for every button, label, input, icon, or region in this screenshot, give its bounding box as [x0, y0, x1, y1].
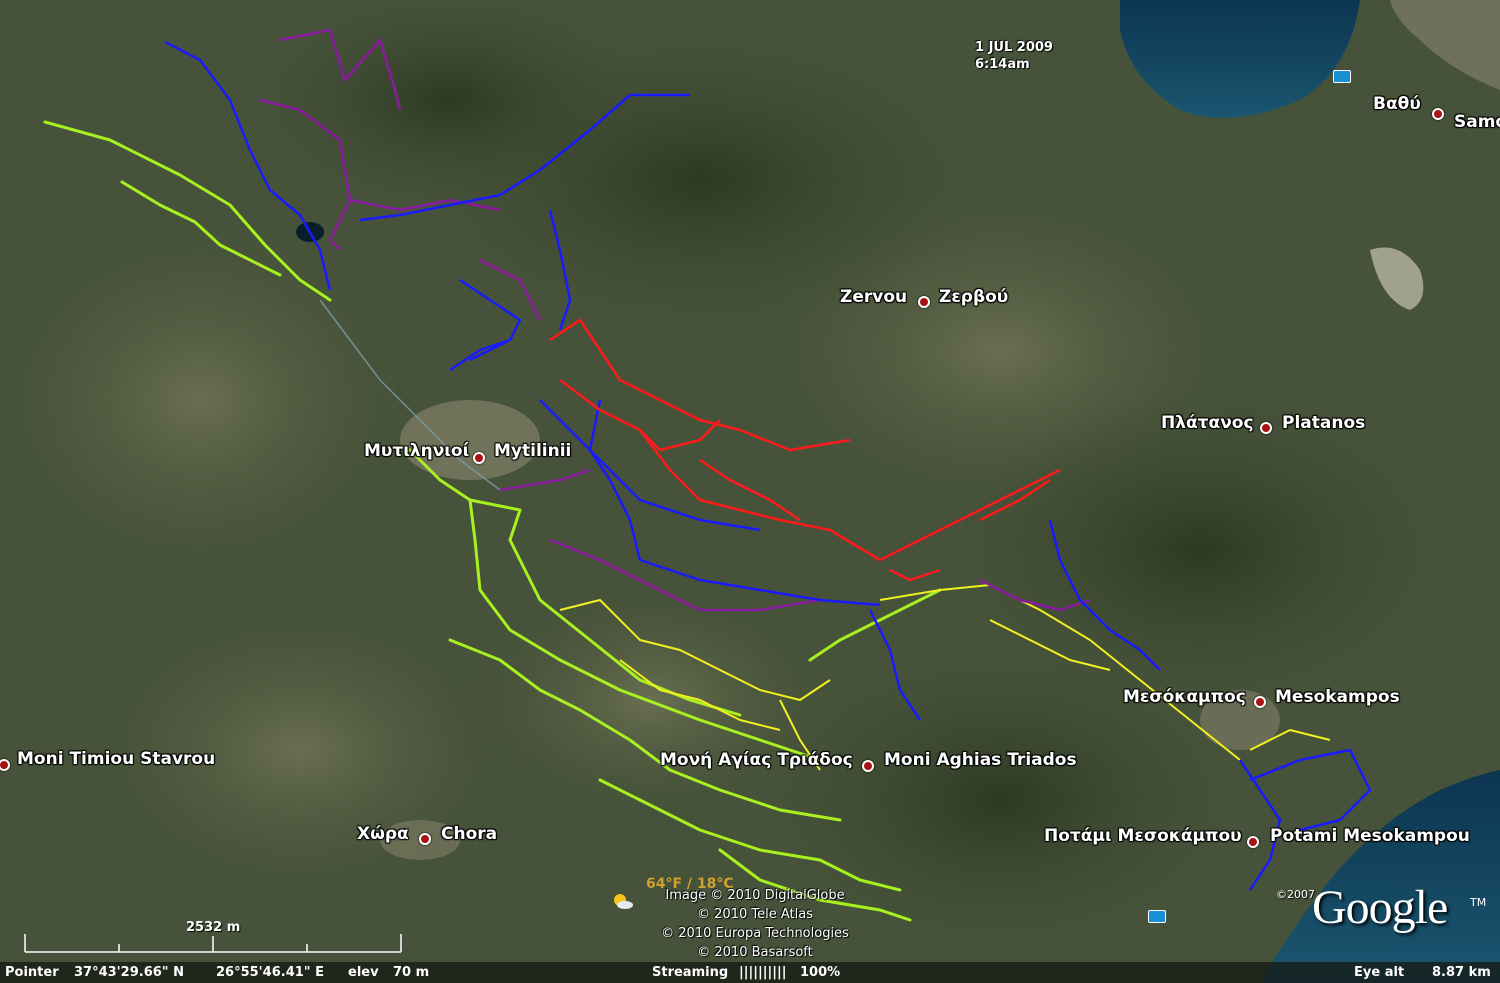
place-zervou-marker[interactable]: [918, 296, 930, 308]
place-mesokampos-greek[interactable]: Μεσόκαμπος: [1123, 687, 1246, 707]
place-vathy-greek[interactable]: Βαθύ: [1373, 94, 1421, 114]
place-mytilinii-marker[interactable]: [473, 452, 485, 464]
credit-line: Image © 2010 DigitalGlobe: [665, 888, 845, 903]
place-vathy-marker[interactable]: [1432, 108, 1444, 120]
google-copyright: ©2007: [1276, 888, 1315, 901]
eye-altitude-value: 8.87 km: [1432, 965, 1491, 980]
hotel-icon[interactable]: [1148, 910, 1166, 923]
satellite-map-view[interactable]: 1 JUL 2009 6:14am Βαθύ Samo Zervou Ζερβο…: [0, 0, 1500, 983]
imagery-date: 1 JUL 2009 6:14am: [975, 39, 1053, 73]
place-mesokampos-latin[interactable]: Mesokampos: [1275, 687, 1400, 707]
place-zervou-greek[interactable]: Ζερβού: [939, 287, 1008, 307]
place-vathy-latin[interactable]: Samo: [1454, 112, 1500, 132]
google-logo: Google: [1312, 881, 1448, 934]
elevation-label: elev: [348, 965, 379, 980]
imagery-credits: Image © 2010 DigitalGlobe © 2010 Tele At…: [630, 886, 880, 962]
pointer-latitude: 37°43'29.66" N: [74, 965, 184, 980]
status-bar: Pointer 37°43'29.66" N 26°55'46.41" E el…: [0, 962, 1500, 983]
credit-line: © 2010 Basarsoft: [697, 945, 813, 960]
credit-line: © 2010 Europa Technologies: [661, 926, 849, 941]
streaming-percent: 100%: [800, 965, 841, 980]
hotel-icon[interactable]: [1333, 70, 1351, 83]
place-mytilinii-greek[interactable]: Μυτιληνιοί: [364, 441, 469, 461]
place-chora-marker[interactable]: [419, 833, 431, 845]
place-mytilinii-latin[interactable]: Mytilinii: [494, 441, 571, 461]
credit-line: © 2010 Tele Atlas: [697, 907, 813, 922]
streaming-progress: ||||||||||: [739, 965, 787, 980]
place-potami-greek[interactable]: Ποτάμι Μεσοκάμπου: [1044, 826, 1242, 846]
pointer-label: Pointer: [5, 965, 59, 980]
place-mesokampos-marker[interactable]: [1254, 696, 1266, 708]
place-moni-timiou-latin[interactable]: Moni Timiou Stavrou: [17, 749, 215, 769]
place-potami-marker[interactable]: [1247, 836, 1259, 848]
date-text: 1 JUL 2009: [975, 40, 1053, 55]
pointer-longitude: 26°55'46.41" E: [216, 965, 324, 980]
eye-altitude-label: Eye alt: [1354, 965, 1405, 980]
trademark-mark: TM: [1470, 896, 1487, 909]
time-text: 6:14am: [975, 57, 1030, 72]
place-zervou-latin[interactable]: Zervou: [840, 287, 907, 307]
scale-bar: [24, 934, 402, 953]
streaming-label: Streaming: [652, 965, 729, 980]
place-platanos-greek[interactable]: Πλάτανος: [1161, 413, 1254, 433]
elevation-value: 70 m: [393, 965, 430, 980]
place-moni-aghias-greek[interactable]: Μονή Αγίας Τριάδος: [660, 750, 853, 770]
place-platanos-marker[interactable]: [1260, 422, 1272, 434]
place-platanos-latin[interactable]: Platanos: [1282, 413, 1365, 433]
place-moni-aghias-marker[interactable]: [862, 760, 874, 772]
place-chora-latin[interactable]: Chora: [441, 824, 497, 844]
place-potami-latin[interactable]: Potami Mesokampou: [1270, 826, 1470, 846]
place-moni-aghias-latin[interactable]: Moni Aghias Triados: [884, 750, 1077, 770]
place-chora-greek[interactable]: Χώρα: [357, 824, 409, 844]
